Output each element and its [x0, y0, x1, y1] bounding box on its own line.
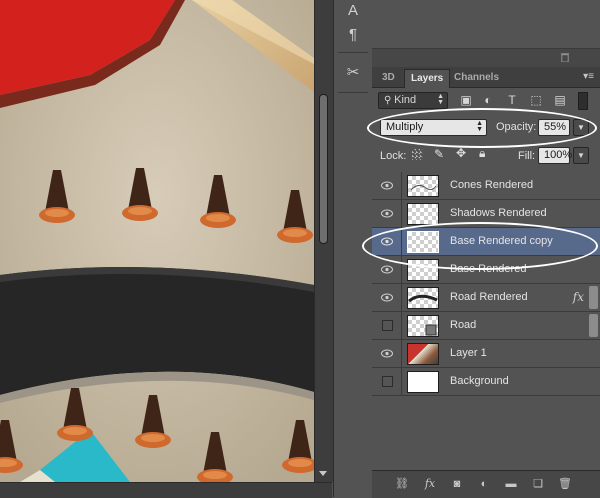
canvas-vertical-scrollbar[interactable] — [314, 0, 333, 482]
row-scroll-indicator — [589, 286, 598, 309]
eye-icon — [381, 237, 393, 246]
layer-thumbnail — [407, 203, 439, 225]
filter-toggle[interactable] — [578, 92, 588, 110]
fill-slider-toggle[interactable]: ▼ — [573, 147, 589, 164]
visibility-toggle[interactable] — [372, 172, 402, 199]
layer-thumbnail — [407, 231, 439, 253]
layer-row[interactable]: Layer 1 — [372, 340, 600, 368]
search-icon: ⚲ — [384, 95, 395, 106]
updown-icon: ▲ ▼ — [476, 120, 483, 133]
layers-panel-dock: 3D Layers Channels ▾≡ ⚲ Kind ▲ ▼ ▣ ◐ T ⬚ … — [362, 0, 600, 498]
visibility-toggle[interactable] — [372, 340, 402, 367]
layer-thumbnail — [407, 287, 439, 309]
layer-row[interactable]: Shadows Rendered — [372, 200, 600, 228]
layers-list: Cones Rendered Shadows Rendered Base Ren… — [372, 172, 600, 462]
tool-divider — [338, 52, 368, 53]
shape-filter-icon[interactable]: ⬚ — [528, 93, 544, 107]
add-mask-icon[interactable]: ◙ — [449, 477, 465, 491]
scroll-down-arrow-icon[interactable] — [319, 471, 327, 476]
add-layer-style-icon[interactable]: fx — [422, 477, 438, 491]
layer-name: Background — [450, 375, 509, 387]
opacity-input[interactable]: 55% — [538, 119, 570, 136]
link-layers-icon[interactable]: ⛓ — [394, 477, 410, 491]
lock-all-icon[interactable]: 🔒︎ — [479, 146, 485, 161]
tool-presets-icon[interactable]: ✂ — [341, 62, 365, 84]
hidden-visibility-icon — [382, 376, 393, 387]
layer-thumbnail — [407, 315, 439, 337]
visibility-toggle[interactable] — [372, 284, 402, 311]
layer-name: Base Rendered — [450, 263, 527, 275]
paragraph-panel-icon[interactable]: ¶ — [341, 24, 365, 46]
lock-position-icon[interactable]: ✥ — [456, 146, 466, 160]
delete-layer-icon[interactable]: 🗑︎ — [557, 477, 573, 491]
tool-divider — [338, 92, 368, 93]
layer-row[interactable]: Background — [372, 368, 600, 396]
eye-icon — [381, 181, 393, 190]
blend-mode-select[interactable]: Multiply ▲ ▼ — [380, 119, 487, 136]
upper-panel — [372, 0, 600, 48]
opacity-slider-toggle[interactable]: ▼ — [573, 119, 589, 136]
scrollbar-thumb[interactable] — [319, 94, 328, 244]
filter-kind-select[interactable]: ⚲ Kind ▲ ▼ — [378, 92, 448, 109]
delete-icon[interactable] — [560, 52, 570, 62]
canvas-horizontal-scrollbar[interactable] — [0, 482, 332, 498]
layer-row[interactable]: Road Rendered fx — [372, 284, 600, 312]
panel-tabs: 3D Layers Channels ▾≡ — [372, 67, 600, 88]
layer-thumbnail — [407, 343, 439, 365]
visibility-toggle[interactable] — [372, 256, 402, 283]
row-scroll-indicator — [589, 314, 598, 337]
character-panel-icon[interactable]: A — [341, 0, 365, 22]
layer-name: Road — [450, 319, 477, 331]
hidden-visibility-icon — [382, 320, 393, 331]
visibility-toggle[interactable] — [372, 228, 402, 255]
lock-transparent-icon[interactable] — [412, 149, 423, 160]
layer-thumbnail — [407, 259, 439, 281]
eye-icon — [381, 293, 393, 302]
blend-mode-value: Multiply — [386, 121, 424, 133]
layer-name: Cones Rendered — [450, 179, 534, 191]
layer-row-selected[interactable]: Base Rendered copy — [372, 228, 600, 256]
tab-3d[interactable]: 3D — [376, 69, 401, 87]
lock-pixels-icon[interactable]: ✎ — [434, 147, 444, 161]
visibility-toggle[interactable] — [372, 312, 402, 339]
canvas-artwork — [0, 0, 314, 482]
eye-icon — [381, 209, 393, 218]
lock-label: Lock: — [380, 150, 407, 162]
visibility-toggle[interactable] — [372, 368, 402, 395]
fill-label: Fill: — [518, 150, 536, 162]
new-layer-icon[interactable]: ❏ — [530, 477, 546, 491]
document-canvas[interactable] — [0, 0, 314, 482]
panel-tool-strip: A ¶ ✂ — [333, 0, 373, 497]
updown-icon: ▲ ▼ — [437, 93, 444, 106]
fill-input[interactable]: 100% — [538, 147, 572, 164]
panel-menu-icon[interactable]: ▾≡ — [583, 71, 594, 82]
tab-channels[interactable]: Channels — [448, 69, 505, 87]
image-filter-icon[interactable]: ▣ — [458, 93, 474, 107]
type-filter-icon[interactable]: T — [504, 93, 520, 107]
new-group-icon[interactable]: ▬ — [503, 477, 519, 491]
smart-object-filter-icon[interactable]: ▤ — [552, 93, 568, 107]
layer-thumbnail — [407, 175, 439, 197]
layer-name: Base Rendered copy — [450, 235, 553, 247]
new-adjustment-icon[interactable]: ◐ — [476, 477, 492, 491]
layer-name: Layer 1 — [450, 347, 487, 359]
layer-row[interactable]: Road — [372, 312, 600, 340]
layer-name: Road Rendered — [450, 291, 528, 303]
layer-row[interactable]: Base Rendered — [372, 256, 600, 284]
filter-kind-label: Kind — [394, 94, 417, 106]
layer-thumbnail — [407, 371, 439, 393]
layers-panel-footer: ⛓ fx ◙ ◐ ▬ ❏ 🗑︎ — [372, 470, 600, 498]
layer-name: Shadows Rendered — [450, 207, 547, 219]
layer-effects-icon[interactable]: fx — [573, 290, 584, 304]
eye-icon — [381, 265, 393, 274]
layer-row[interactable]: Cones Rendered — [372, 172, 600, 200]
eye-icon — [381, 349, 393, 358]
tab-layers[interactable]: Layers — [404, 69, 451, 88]
opacity-label: Opacity: — [496, 121, 537, 133]
upper-panel-footer — [372, 48, 600, 68]
adjustment-filter-icon[interactable]: ◐ — [480, 93, 496, 107]
visibility-toggle[interactable] — [372, 200, 402, 227]
